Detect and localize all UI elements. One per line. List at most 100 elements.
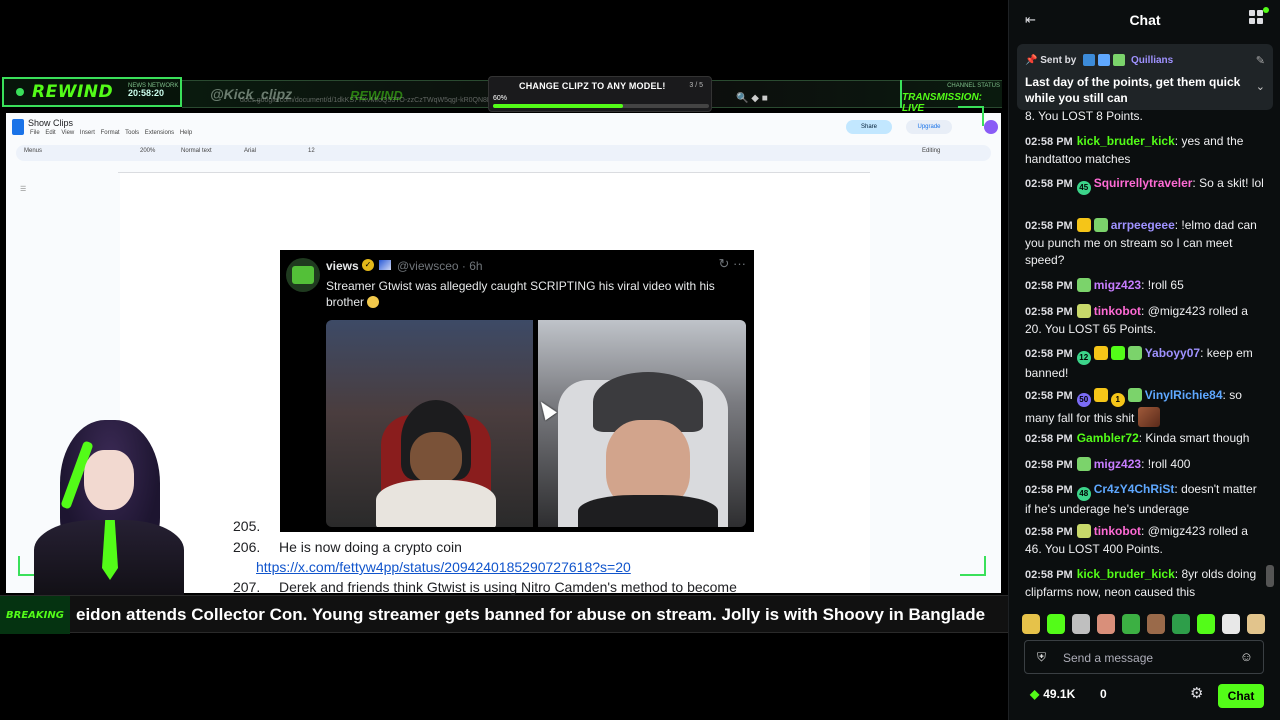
tweet-text: Streamer Gtwist was allegedly caught SCR… bbox=[326, 279, 715, 309]
pinned-message[interactable]: 📌 Sent by Quillians ✎ Last day of the po… bbox=[1017, 44, 1273, 110]
chat-message: 02:58 PM 50 1 VinylRichie84: so many fall f… bbox=[1025, 388, 1242, 427]
account-avatar[interactable] bbox=[984, 120, 998, 134]
rewind-ghost: REWIND bbox=[350, 88, 403, 103]
message-time: 02:58 PM bbox=[1025, 348, 1073, 360]
users-icon[interactable] bbox=[1249, 7, 1269, 26]
message-input[interactable] bbox=[1063, 648, 1233, 668]
message-text: !roll 65 bbox=[1147, 278, 1184, 292]
chat-badge-icon bbox=[1076, 218, 1091, 232]
chat-badge-icon bbox=[1110, 346, 1125, 360]
chat-badge-icon bbox=[1076, 304, 1091, 318]
message-username[interactable]: kick_bruder_kick bbox=[1077, 567, 1175, 581]
emote-3[interactable] bbox=[1072, 614, 1090, 634]
popup-progress-fill bbox=[493, 104, 623, 108]
emote-7[interactable] bbox=[1172, 614, 1190, 634]
font-size-input[interactable]: 12 bbox=[308, 148, 315, 154]
message-text: !roll 400 bbox=[1147, 457, 1191, 471]
menus-button[interactable]: Menus bbox=[24, 148, 42, 154]
flag-icon bbox=[379, 260, 391, 270]
chat-badge-icon: 50 bbox=[1076, 393, 1091, 407]
zoom-select[interactable]: 200% bbox=[140, 148, 155, 154]
message-time: 02:58 PM bbox=[1025, 569, 1073, 581]
corner-bracket-top-right bbox=[958, 106, 984, 126]
message-username[interactable]: migz423 bbox=[1094, 278, 1141, 292]
message-time: 02:58 PM bbox=[1025, 484, 1073, 496]
editing-mode-select[interactable]: Editing bbox=[922, 148, 940, 154]
list-item-205[interactable]: 205. bbox=[233, 518, 260, 534]
message-time: 02:58 PM bbox=[1025, 390, 1073, 402]
list-item-207-num: 207. bbox=[233, 579, 261, 595]
message-time: 02:58 PM bbox=[1025, 306, 1073, 318]
unpin-icon[interactable]: ✎ bbox=[1256, 54, 1265, 67]
chat-scrollbar[interactable] bbox=[1266, 565, 1274, 587]
chat-panel: ⇤ Chat 📌 Sent by Quillians ✎ Last day of… bbox=[1008, 0, 1280, 720]
message-time: 02:58 PM bbox=[1025, 433, 1073, 445]
message-username[interactable]: tinkobot bbox=[1094, 524, 1141, 538]
list-item-207-text[interactable]: Derek and friends think Gtwist is using … bbox=[279, 579, 737, 595]
message-username[interactable]: tinkobot bbox=[1094, 304, 1141, 318]
chat-badge-icon: 12 bbox=[1076, 351, 1091, 365]
chat-badge-icon bbox=[1076, 457, 1091, 471]
tweet-handle: @viewsceo · 6h bbox=[397, 259, 483, 273]
popup-count: 3 / 5 bbox=[689, 82, 703, 89]
list-item-206-text[interactable]: He is now doing a crypto coin bbox=[279, 539, 462, 555]
style-select[interactable]: Normal text bbox=[181, 148, 212, 154]
tweet-author: views bbox=[326, 259, 359, 273]
emote-9[interactable] bbox=[1222, 614, 1240, 634]
emote-6[interactable] bbox=[1147, 614, 1165, 634]
emote-5[interactable] bbox=[1122, 614, 1140, 634]
tweet-more-icon: ↻ ··· bbox=[718, 256, 747, 271]
popup-progress-bar bbox=[493, 104, 709, 108]
emote-2[interactable] bbox=[1047, 614, 1065, 634]
breaking-news-ticker: BREAKING eidon attends Collector Con. Yo… bbox=[0, 595, 1008, 634]
gear-icon[interactable]: ⚙ bbox=[1190, 684, 1203, 702]
message-username[interactable]: Cr4zY4ChRiSt bbox=[1094, 482, 1175, 496]
send-chat-button[interactable]: Chat bbox=[1218, 684, 1264, 708]
upgrade-button[interactable]: Upgrade bbox=[906, 120, 952, 134]
chevron-down-icon[interactable]: ⌄ bbox=[1256, 80, 1265, 93]
message-username[interactable]: kick_bruder_kick bbox=[1077, 134, 1175, 148]
message-username[interactable]: migz423 bbox=[1094, 457, 1141, 471]
doc-title[interactable]: Show Clips bbox=[28, 118, 73, 128]
points-balance[interactable]: ◆ 49.1K bbox=[1030, 687, 1075, 701]
stream-video: Show Clips File Edit View Insert Format … bbox=[0, 0, 1008, 720]
emote-8[interactable] bbox=[1197, 614, 1215, 634]
emote-4[interactable] bbox=[1097, 614, 1115, 634]
doc-menu-bar[interactable]: File Edit View Insert Format Tools Exten… bbox=[30, 130, 192, 136]
chat-message: 02:58 PM migz423: !roll 65 bbox=[1025, 278, 1184, 292]
message-time: 02:58 PM bbox=[1025, 178, 1073, 190]
chat-message: 02:58 PM migz423: !roll 400 bbox=[1025, 457, 1191, 471]
verified-badge-icon: ✓ bbox=[362, 259, 374, 271]
crypto-link[interactable]: https://x.com/fettyw4pp/status/209424018… bbox=[256, 559, 631, 575]
collapse-chat-icon[interactable]: ⇤ bbox=[1025, 12, 1036, 28]
second-balance: 0 bbox=[1100, 687, 1107, 701]
message-username[interactable]: VinylRichie84 bbox=[1145, 388, 1223, 402]
docs-header: Show Clips File Edit View Insert Format … bbox=[6, 113, 1001, 173]
chat-badge-icon bbox=[1127, 346, 1142, 360]
chat-message: 02:58 PM 45 Squirrellytraveler: So a skit!… bbox=[1025, 175, 1265, 195]
chat-message: 02:58 PM Gambler72: Kinda smart though bbox=[1025, 431, 1250, 445]
message-username[interactable]: arrpeegeee bbox=[1111, 218, 1175, 232]
chat-badge-icon bbox=[1076, 524, 1091, 538]
message-username[interactable]: Yaboyy07 bbox=[1145, 346, 1200, 360]
docs-logo-icon bbox=[12, 119, 24, 135]
pinned-sender[interactable]: Quillians bbox=[1131, 55, 1173, 66]
message-username[interactable]: Squirrellytraveler bbox=[1094, 176, 1193, 190]
emoji-picker-icon[interactable]: ☺ bbox=[1240, 649, 1253, 664]
message-username[interactable]: Gambler72 bbox=[1077, 431, 1139, 445]
outline-icon[interactable]: ☰ bbox=[20, 185, 28, 193]
live-dot-icon bbox=[16, 88, 24, 96]
tweet-video-left bbox=[326, 320, 533, 527]
shield-icon[interactable]: ⛨ bbox=[1037, 650, 1046, 665]
font-select[interactable]: Arial bbox=[244, 148, 256, 154]
tweet-image: views ✓ @viewsceo · 6h ↻ ··· Streamer Gt… bbox=[280, 250, 754, 532]
breaking-label: BREAKING bbox=[0, 596, 70, 634]
message-text: So a skit! lol bbox=[1199, 176, 1264, 190]
message-time: 02:58 PM bbox=[1025, 220, 1073, 232]
emote-10[interactable] bbox=[1247, 614, 1265, 634]
emote-1[interactable] bbox=[1022, 614, 1040, 634]
channel-status: CHANNEL STATUS TRANSMISSION: LIVE bbox=[900, 80, 1004, 114]
chat-message: 02:58 PM 48 Cr4zY4ChRiSt: doesn't matter i… bbox=[1025, 482, 1257, 516]
share-button[interactable]: Share bbox=[846, 120, 892, 134]
channel-status-label: CHANNEL STATUS bbox=[947, 83, 1000, 89]
